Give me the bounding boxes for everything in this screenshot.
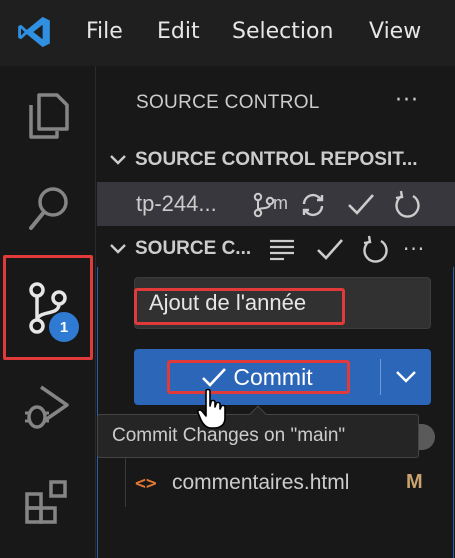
extensions-icon [25,480,67,524]
commit-button-label: Commit [233,363,313,390]
list-item[interactable]: <> commentaires.html M [97,465,455,505]
repository-name: tp-244... [136,191,217,216]
explorer-icon [29,93,69,139]
file-name: commentaires.html [172,471,350,494]
repository-row[interactable]: tp-244... m [97,182,455,226]
check-icon[interactable] [346,191,376,217]
commit-message-text: Ajout de l'année [149,290,307,315]
highlight-box [3,255,93,360]
changes-section-label: SOURCE C... [135,238,252,259]
view-as-list-icon[interactable] [267,237,297,261]
source-control-panel: SOURCE CONTROL ··· SOURCE CONTROL REPOSI… [97,66,455,558]
chevron-down-icon [107,149,129,171]
menu-file[interactable]: File [86,17,123,47]
commit-check-icon[interactable] [315,236,345,262]
hand-cursor-icon [197,388,226,429]
changes-count-badge: 1 [49,312,79,342]
html-file-icon: <> [135,473,157,494]
commit-message-input[interactable]: Ajout de l'année [134,277,431,329]
menu-selection[interactable]: Selection [232,17,333,47]
file-status-badge: M [406,471,423,493]
activity-bar: 1 [0,66,96,558]
menu-view[interactable]: View [369,17,421,47]
title-bar: File Edit Selection View [0,0,455,66]
panel-more-button[interactable]: ··· [395,88,419,113]
activity-search[interactable] [0,164,96,254]
refresh-icon[interactable] [393,189,421,219]
menu-edit[interactable]: Edit [157,17,200,47]
activity-extensions[interactable] [0,456,96,546]
commit-button-group: Commit [134,349,431,405]
branch-label: m [273,193,288,213]
changes-header-actions: ··· [267,229,425,269]
refresh-icon[interactable] [361,234,389,264]
chevron-down-icon [107,238,129,260]
repositories-section-header[interactable]: SOURCE CONTROL REPOSIT... [97,140,455,180]
commit-dropdown-button[interactable] [381,349,431,405]
run-debug-icon [25,385,69,429]
commit-button[interactable]: Commit [134,349,380,405]
repositories-section-label: SOURCE CONTROL REPOSIT... [135,149,418,170]
vscode-logo-icon [18,16,50,48]
branch-icon[interactable] [253,192,275,218]
activity-explorer[interactable] [0,71,96,161]
tooltip-text: Commit Changes on "main" [112,425,346,446]
chevron-down-icon [396,371,416,383]
panel-title: SOURCE CONTROL [136,92,320,113]
activity-run-debug[interactable] [0,361,96,451]
changes-more-button[interactable]: ··· [403,237,425,261]
search-icon [29,187,68,230]
check-icon [202,368,227,387]
sync-icon[interactable] [299,192,327,218]
